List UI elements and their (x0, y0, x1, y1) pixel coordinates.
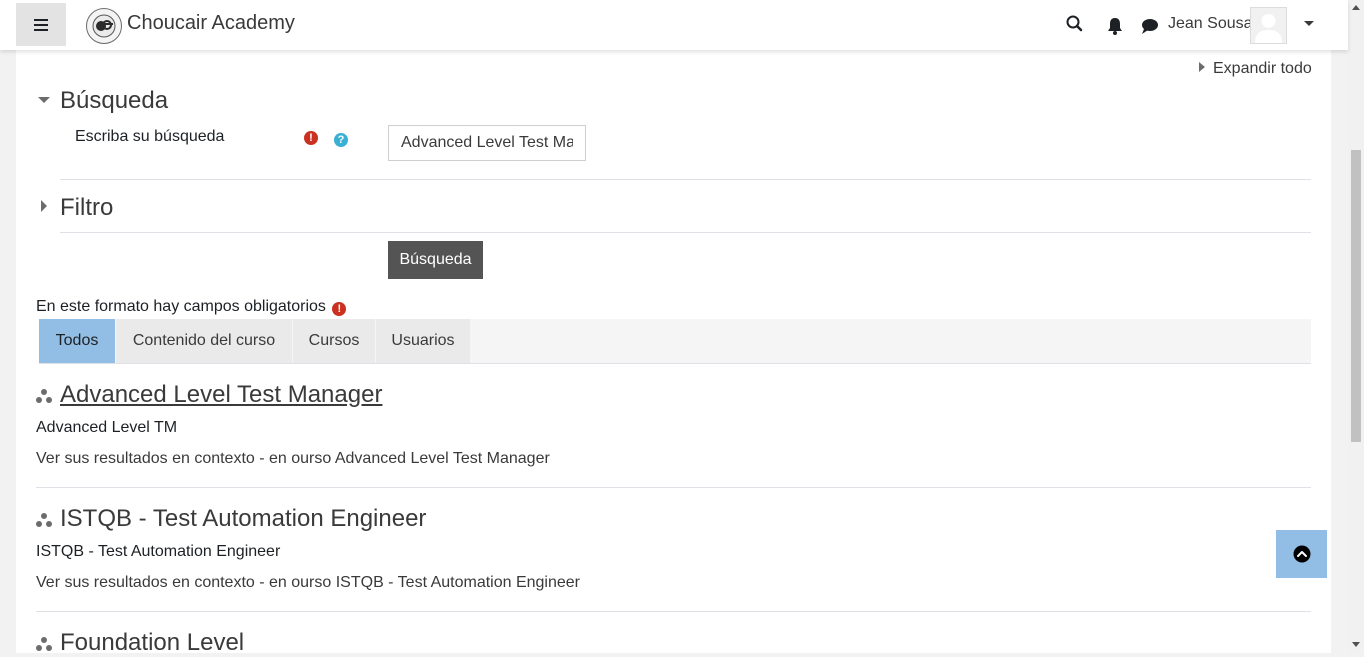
result-subtitle: Advanced Level TM (36, 419, 178, 436)
scroll-thumb[interactable] (1351, 150, 1361, 442)
divider (36, 487, 1311, 488)
help-icon[interactable]: ? (334, 133, 348, 147)
course-icon (36, 513, 52, 527)
scroll-up-arrow-icon[interactable] (1352, 5, 1360, 10)
bell-icon[interactable] (1105, 16, 1125, 36)
result-context-link[interactable]: Ver sus resultados en contexto - en ours… (36, 450, 550, 468)
section-filter-header[interactable]: Filtro (60, 194, 113, 222)
caret-right-icon[interactable] (41, 200, 47, 212)
result-title-link[interactable]: ISTQB - Test Automation Engineer (60, 505, 426, 533)
expand-all-link[interactable]: Expandir todo (1199, 60, 1312, 78)
divider (60, 232, 1311, 233)
brand-name[interactable]: Choucair Academy (127, 12, 295, 35)
result-context-link[interactable]: Ver sus resultados en contexto - en ours… (36, 574, 580, 592)
tab-contenido-del-curso[interactable]: Contenido del curso (116, 319, 292, 363)
search-button[interactable]: Búsqueda (388, 241, 483, 279)
section-search-header[interactable]: Búsqueda (60, 87, 168, 115)
back-to-top-button[interactable] (1276, 530, 1327, 578)
required-note-text: En este formato hay campos obligatorios (36, 298, 326, 315)
course-icon (36, 637, 52, 651)
tab-bar: Todos Contenido del curso Cursos Usuario… (39, 319, 1311, 364)
required-icon: ! (332, 302, 347, 316)
tab-todos[interactable]: Todos (39, 319, 115, 363)
course-icon (36, 389, 52, 403)
chevron-down-icon[interactable] (1304, 21, 1314, 26)
scrollbar[interactable] (1348, 0, 1364, 653)
result-subtitle: ISTQB - Test Automation Engineer (36, 543, 281, 560)
scroll-down-arrow-icon[interactable] (1352, 642, 1360, 647)
navbar: Choucair Academy Jean Sousa (0, 0, 1348, 50)
menu-toggle-button[interactable] (16, 3, 66, 46)
caret-down-icon[interactable] (38, 97, 50, 103)
search-field-label: Escriba su búsqueda (75, 128, 225, 145)
user-name[interactable]: Jean Sousa (1168, 15, 1253, 33)
required-fields-note: En este formato hay campos obligatorios … (36, 298, 347, 316)
tab-usuarios[interactable]: Usuarios (376, 319, 470, 363)
chat-icon[interactable] (1140, 16, 1160, 36)
divider (60, 179, 1311, 180)
logo-icon (92, 14, 116, 38)
divider (36, 611, 1311, 612)
search-icon[interactable] (1065, 14, 1085, 34)
chevron-up-icon (1293, 545, 1310, 563)
required-icon: ! (304, 131, 318, 145)
menu-icon (34, 18, 48, 31)
expand-all-label: Expandir todo (1213, 60, 1312, 77)
avatar[interactable] (1250, 7, 1287, 44)
caret-right-icon (1199, 62, 1205, 72)
search-input[interactable] (388, 125, 586, 161)
result-title-link[interactable]: Advanced Level Test Manager (60, 381, 382, 409)
user-avatar-icon (1255, 14, 1282, 43)
brand-logo[interactable] (86, 8, 122, 44)
tab-cursos[interactable]: Cursos (293, 319, 375, 363)
